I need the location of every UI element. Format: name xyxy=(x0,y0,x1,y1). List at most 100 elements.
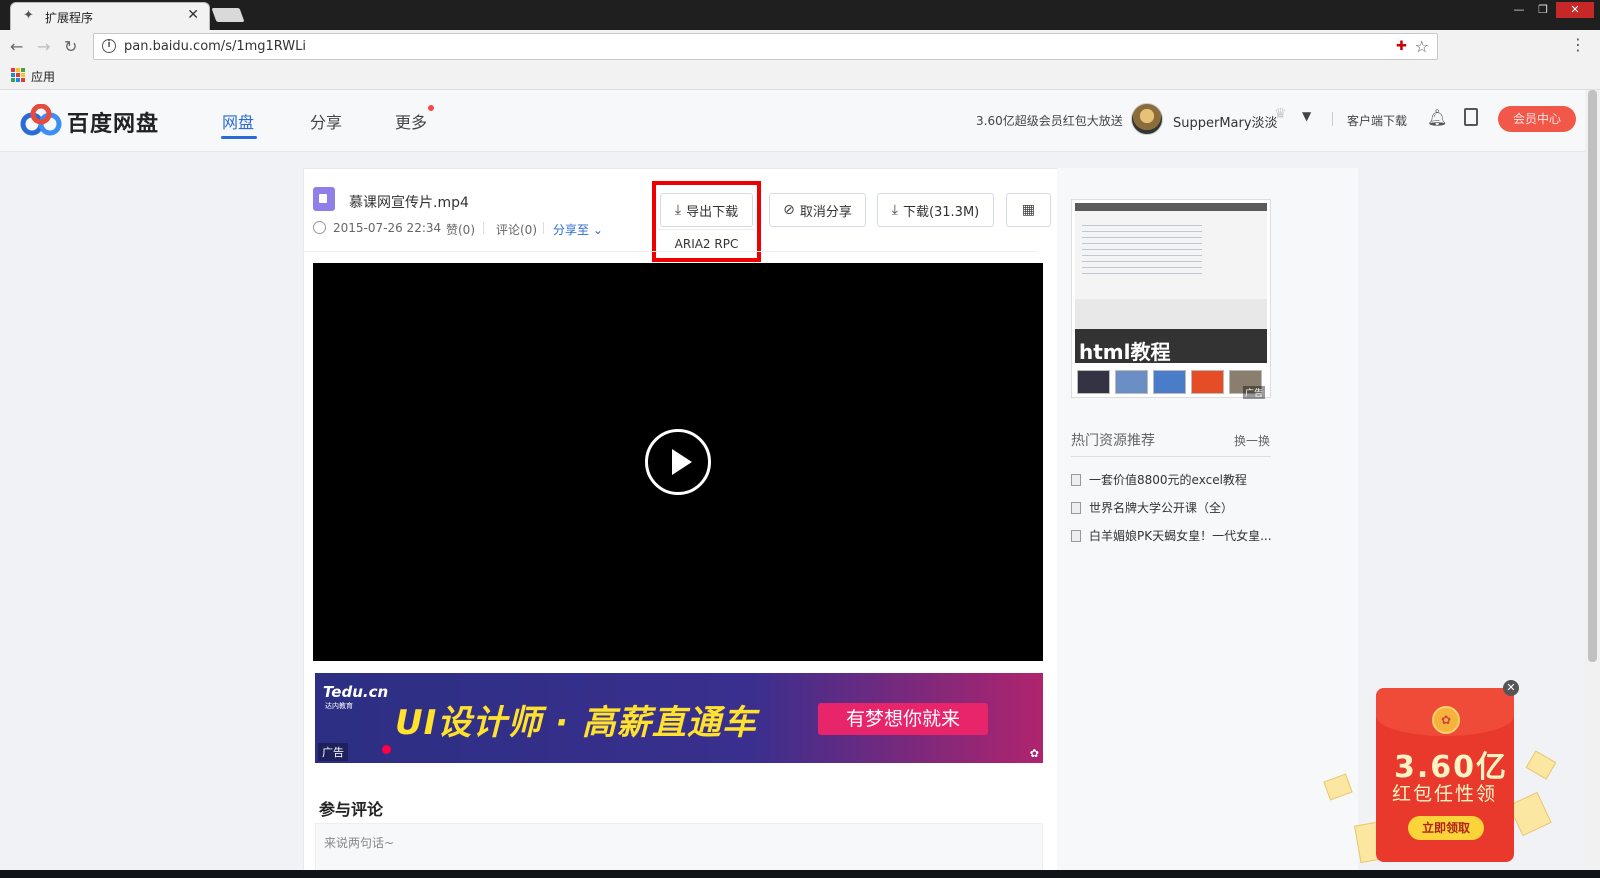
hot-resources-title: 热门资源推荐 xyxy=(1071,433,1155,449)
ad-label: 广告 xyxy=(318,743,348,761)
tab-strip: ✦ 扩展程序 ✕ — ❐ ✕ xyxy=(0,0,1600,30)
download-label: 下载(31.3M) xyxy=(902,204,980,220)
hot-item[interactable]: 一套价值8800元的excel教程 xyxy=(1071,471,1276,488)
sidebar-ad-title: html教程 xyxy=(1079,340,1171,364)
url-text: pan.baidu.com/s/1mg1RWLi xyxy=(124,39,307,54)
qrcode-icon: ▦ xyxy=(1021,202,1036,218)
address-bar[interactable]: i pan.baidu.com/s/1mg1RWLi ✚ ☆ xyxy=(93,33,1438,60)
file-name: 慕课网宣传片.mp4 xyxy=(349,195,469,211)
hot-item-label: 世界名牌大学公开课（全） xyxy=(1089,501,1234,515)
ad-banner[interactable]: Tedu.cn 达内教育 UI设计师 · 高薪直通车 有梦想你就来 广告 ✿ xyxy=(315,673,1043,763)
notification-dot xyxy=(428,105,434,111)
ad-thumbnail xyxy=(1153,370,1186,394)
divider xyxy=(1332,112,1333,126)
banner-brand-sub: 达内教育 xyxy=(325,702,353,710)
banner-cta[interactable]: 有梦想你就来 xyxy=(818,703,988,735)
info-icon[interactable]: i xyxy=(102,39,116,53)
logo-text: 百度网盘 xyxy=(67,112,160,137)
divider xyxy=(303,251,1038,252)
share-to-link[interactable]: 分享至 ⌄ xyxy=(553,221,603,238)
puzzle-icon: ✦ xyxy=(23,8,34,23)
like-count[interactable]: 赞(0) xyxy=(446,221,475,238)
bookmarks-bar: 应用 xyxy=(0,62,1600,90)
cancel-share-button[interactable]: ⊘ 取消分享 xyxy=(769,193,866,227)
menu-icon[interactable]: ⋮ xyxy=(1570,35,1586,54)
new-tab-button[interactable] xyxy=(211,8,245,22)
nav-more[interactable]: 更多 xyxy=(395,109,427,133)
star-icon[interactable]: ☆ xyxy=(1415,37,1429,56)
nav-netdisk[interactable]: 网盘 xyxy=(222,109,254,133)
decorative-dot xyxy=(382,745,391,754)
hot-item-label: 白羊媚娘PK天蝎女皇！一代女皇... xyxy=(1089,529,1272,543)
divider xyxy=(1071,456,1271,457)
chevron-down-icon: ⌄ xyxy=(592,223,603,237)
bell-icon[interactable]: 🔔︎ xyxy=(1427,108,1447,127)
decorative-paper xyxy=(1508,791,1552,837)
minimize-icon[interactable]: — xyxy=(1508,2,1530,18)
nav-active-underline xyxy=(221,136,257,139)
ad-thumbnails xyxy=(1075,370,1267,394)
ad-screenshot-code xyxy=(1082,225,1202,275)
play-icon[interactable] xyxy=(645,429,711,495)
username[interactable]: SupperMary淡淡 xyxy=(1173,112,1278,131)
divider xyxy=(483,222,484,234)
download-button[interactable]: ⤓ 下载(31.3M) xyxy=(877,193,994,227)
tab-title: 扩展程序 xyxy=(45,11,94,25)
nav-share[interactable]: 分享 xyxy=(310,109,342,133)
ban-icon: ⊘ xyxy=(783,202,795,218)
client-download-link[interactable]: 客户端下载 xyxy=(1347,112,1407,129)
avatar[interactable] xyxy=(1131,103,1163,135)
comments-title: 参与评论 xyxy=(319,800,384,819)
document-icon xyxy=(1071,474,1081,486)
red-packet-subtitle: 红包任性领 xyxy=(1392,783,1498,805)
ad-label: 广告 xyxy=(1243,386,1266,399)
forward-icon[interactable]: → xyxy=(37,37,50,56)
document-icon xyxy=(1071,502,1081,514)
download-icon: ⤓ xyxy=(891,202,898,218)
ad-thumbnail xyxy=(1077,370,1110,394)
promo-link[interactable]: 3.60亿超级会员红包大放送 xyxy=(976,112,1123,129)
close-icon[interactable]: ✕ xyxy=(1503,680,1519,696)
video-file-icon xyxy=(313,187,335,211)
paw-icon: ✿ xyxy=(1029,747,1039,760)
decorative-paper xyxy=(1525,750,1557,780)
highlight-box xyxy=(652,181,761,262)
chevron-down-icon[interactable]: ▼ xyxy=(1302,109,1311,123)
close-icon[interactable]: ✕ xyxy=(187,7,199,23)
apps-icon[interactable] xyxy=(11,68,25,82)
qrcode-button[interactable]: ▦ xyxy=(1006,193,1051,227)
clock-icon xyxy=(313,221,326,234)
hot-item[interactable]: 世界名牌大学公开课（全） xyxy=(1071,499,1276,516)
coin-icon: ✿ xyxy=(1432,706,1460,734)
banner-brand: Tedu.cn xyxy=(323,683,389,701)
refresh-link[interactable]: 换一换 xyxy=(1234,432,1270,449)
page-scrollbar[interactable] xyxy=(1585,90,1600,878)
divider xyxy=(543,222,544,234)
claim-button[interactable]: 立即领取 xyxy=(1408,816,1484,840)
site-header: 百度网盘 网盘 分享 更多 3.60亿超级会员红包大放送 SupperMary淡… xyxy=(0,90,1585,152)
browser-toolbar: ← → ↻ i pan.baidu.com/s/1mg1RWLi ✚ ☆ ⋮ xyxy=(0,30,1600,62)
window-controls: — ❐ ✕ xyxy=(1508,2,1594,18)
document-icon xyxy=(1071,530,1081,542)
apps-bookmark[interactable]: 应用 xyxy=(31,68,55,85)
baidu-pan-logo-icon[interactable] xyxy=(20,104,62,136)
back-icon[interactable]: ← xyxy=(10,37,23,56)
crown-icon: ♛ xyxy=(1274,106,1287,122)
extension-icon[interactable]: ✚ xyxy=(1396,39,1407,54)
scroll-thumb[interactable] xyxy=(1588,90,1597,662)
vip-center-button[interactable]: 会员中心 xyxy=(1498,106,1576,132)
hot-item[interactable]: 白羊媚娘PK天蝎女皇！一代女皇... xyxy=(1071,527,1276,544)
hot-item-label: 一套价值8800元的excel教程 xyxy=(1089,473,1247,487)
restore-icon[interactable]: ❐ xyxy=(1532,2,1554,18)
os-taskbar xyxy=(0,870,1600,878)
ad-thumbnail xyxy=(1191,370,1224,394)
cancel-share-label: 取消分享 xyxy=(799,204,852,220)
ad-thumbnail xyxy=(1115,370,1148,394)
window-close-icon[interactable]: ✕ xyxy=(1556,2,1594,18)
comment-count[interactable]: 评论(0) xyxy=(496,221,537,238)
share-to-label: 分享至 xyxy=(553,223,590,237)
share-datetime: 2015-07-26 22:34 xyxy=(333,221,442,235)
reload-icon[interactable]: ↻ xyxy=(64,37,77,56)
tab-extensions[interactable]: ✦ 扩展程序 ✕ xyxy=(10,2,210,30)
clipboard-icon[interactable] xyxy=(1464,108,1478,126)
